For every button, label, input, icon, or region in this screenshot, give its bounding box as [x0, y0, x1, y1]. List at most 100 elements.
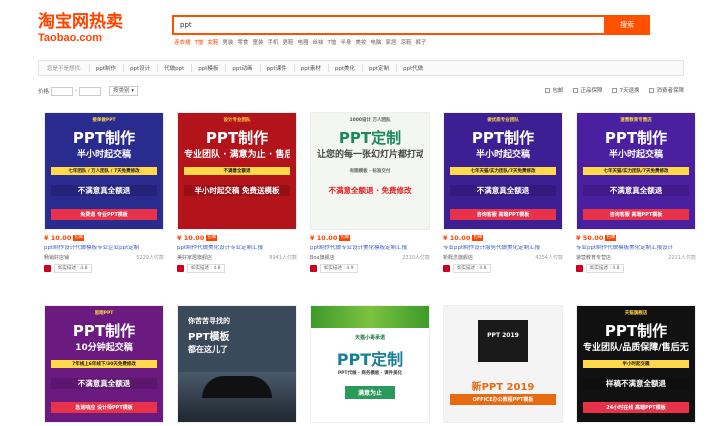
related-search-link[interactable]: ppt模板	[191, 64, 218, 72]
filter-checkbox[interactable]: 消费者保障	[649, 86, 684, 94]
related-search-link[interactable]: ppt制作	[88, 64, 116, 72]
product-card[interactable]: 天猫旗舰店 PPT制作 专业团队/品质保障/售后无忧 半小时起交稿 样稿不满意全额退 24…	[576, 305, 696, 423]
product-title-link[interactable]: ppt制作设计代做模板专业企业ppt定制	[44, 245, 164, 252]
product-image[interactable]: 思翔PPT PPT制作 10分钟起交稿 7年线上6年线下/30天免费修改 不满意真全额退…	[44, 305, 164, 423]
hot-search-link[interactable]: T恤	[195, 38, 204, 46]
hot-search-link[interactable]: 手机	[267, 38, 278, 46]
product-image-text: 24小时在线 高端PPT模板	[583, 402, 689, 413]
rating-badge: 如实描述 : 4.9	[320, 264, 358, 273]
wangwang-chat-icon[interactable]	[177, 265, 184, 272]
product-card[interactable]: 设计专业团队 PPT制作专业团队 · 满意为止 · 售后保证不满意全额退半小时起交…	[177, 112, 297, 273]
product-title-link[interactable]: ppt制作代做美化设计专业定制汇报	[177, 245, 297, 252]
sort-bar: 价格 - 按类别 ▾ 包邮 正品保障 7天退换 消费者保障	[38, 84, 684, 98]
product-card[interactable]: 思翔PPT PPT制作 10分钟起交稿 7年线上6年线下/30天免费修改 不满意真全额退…	[44, 305, 164, 423]
product-image-text: 专业团队/品质保障/售后无忧	[583, 343, 689, 353]
product-image-text: 七年团队 / 万人团队 / 7天免费修改	[51, 167, 157, 175]
hot-search-link[interactable]: 裤子	[415, 38, 426, 46]
filter-checkbox[interactable]: 正品保障	[573, 86, 602, 94]
category-dropdown[interactable]: 按类别 ▾	[109, 86, 139, 96]
price-separator: -	[75, 88, 78, 94]
product-image-text: PPT代做 · 商务模板 · 课件美化	[337, 371, 403, 376]
product-card[interactable]: 你苦苦寻找的 PPT模板 都在这儿了	[177, 305, 297, 423]
related-search-link[interactable]: ppt设计	[123, 64, 150, 72]
hot-search-link[interactable]: T恤	[328, 38, 337, 46]
related-search-link[interactable]: ppt动画	[225, 64, 253, 72]
hot-search-link[interactable]: 凉鞋	[400, 38, 411, 46]
hot-search-link[interactable]: 连衣裙	[174, 38, 191, 46]
product-card[interactable]: 1000设计 万人团队 PPT定制让您的每一张幻灯片都打动人心有图模板 · 标准交…	[310, 112, 430, 273]
product-card[interactable]: PPT 2019 新PPT 2019 OFFICE办公教程PPT模板	[443, 305, 563, 423]
product-footer: 如实描述 : 4.8	[443, 264, 563, 273]
product-image-text: 半小时起交稿 免费送模板	[184, 185, 290, 196]
shop-name-link[interactable]: Boa旗舰店	[310, 254, 335, 261]
product-title-link[interactable]: ppt制作代做专业设计美化模板定制汇报	[310, 245, 430, 252]
product-title-link[interactable]: 专业ppt制作代做模板美化定制汇报设计	[576, 245, 696, 252]
hot-search-link[interactable]: 零食	[237, 38, 248, 46]
product-image[interactable]: 你苦苦寻找的 PPT模板 都在这儿了	[177, 305, 297, 423]
hot-search-link[interactable]: 童装	[252, 38, 263, 46]
wangwang-chat-icon[interactable]	[443, 265, 450, 272]
related-search-link[interactable]: ppt素材	[293, 64, 321, 72]
taobao-logo[interactable]: 淘宝网热卖 Taobao.com	[38, 12, 166, 44]
product-card[interactable]: 做优质专业团队 PPT制作 半小时起交稿 七年天猫/实力团队/7天免费修改 不满意真全额…	[443, 112, 563, 273]
shop-name-link[interactable]: 新概念旗舰店	[443, 254, 473, 261]
price-min-input[interactable]	[51, 86, 74, 96]
hot-search-link[interactable]: 半身	[340, 38, 351, 46]
hot-search-link[interactable]: 男鞋	[282, 38, 293, 46]
product-image[interactable]: 天猫旗舰店 PPT制作 专业团队/品质保障/售后无忧 半小时起交稿 样稿不满意全额退 24…	[576, 305, 696, 423]
checkbox-icon	[649, 87, 655, 93]
wangwang-chat-icon[interactable]	[310, 265, 317, 272]
product-image-text: 有图模板 · 标准交付	[349, 169, 391, 174]
price-row: ¥ 10.00 包邮	[177, 234, 297, 242]
product-image-text: 不满意真全额退	[583, 185, 689, 196]
related-search-link[interactable]: 代做ppt	[157, 64, 184, 72]
checkbox-icon	[545, 87, 551, 93]
wangwang-chat-icon[interactable]	[576, 265, 583, 272]
product-image[interactable]: 设计专业团队 PPT制作专业团队 · 满意为止 · 售后保证不满意全额退半小时起交…	[177, 112, 297, 230]
filter-checkbox-label: 消费者保障	[656, 88, 684, 94]
product-image-text: 七年天猫/实力团队/7天免费修改	[450, 167, 556, 175]
product-image[interactable]: 天猫小哥承诺 PPT定制 PPT代做 · 商务模板 · 课件美化 满意为止	[310, 305, 430, 423]
product-card[interactable]: 接单做PPT PPT制作 半小时起交稿 七年团队 / 万人团队 / 7天免费修改 不满意…	[44, 112, 164, 273]
hot-search-link[interactable]: 家居	[385, 38, 396, 46]
related-search-link[interactable]: ppt美化	[327, 64, 355, 72]
hot-search-link[interactable]: 丝袜	[313, 38, 324, 46]
rating-badge: 如实描述 : 4.8	[453, 264, 491, 273]
product-image[interactable]: 做优质专业团队 PPT制作 半小时起交稿 七年天猫/实力团队/7天免费修改 不满意真全额…	[443, 112, 563, 230]
product-image[interactable]: 接单做PPT PPT制作 半小时起交稿 七年团队 / 万人团队 / 7天免费修改 不满意…	[44, 112, 164, 230]
filter-checkbox-label: 包邮	[552, 88, 564, 94]
hot-search-link[interactable]: 男装	[222, 38, 233, 46]
product-image-text: 半小时起交稿	[76, 150, 131, 160]
hot-search-link[interactable]: 电器	[297, 38, 308, 46]
hot-search-link[interactable]: 女鞋	[207, 38, 218, 46]
price-row: ¥ 10.00 包邮	[310, 234, 430, 242]
product-image[interactable]: PPT 2019 新PPT 2019 OFFICE办公教程PPT模板	[443, 305, 563, 423]
product-card[interactable]: 速营教育专营店 PPT制作 半小时起交稿 七年天猫/实力团队/7天免费修改 不满意真全额…	[576, 112, 696, 273]
wangwang-chat-icon[interactable]	[44, 265, 51, 272]
hot-search-link[interactable]: 电脑	[370, 38, 381, 46]
product-image[interactable]: 1000设计 万人团队 PPT定制让您的每一张幻灯片都打动人心有图模板 · 标准交…	[310, 112, 430, 230]
price-max-input[interactable]	[79, 86, 102, 96]
filter-checkbox[interactable]: 包邮	[545, 86, 563, 94]
related-search-label: 您是不是想找:	[47, 66, 82, 72]
product-image-text: 接单做PPT	[92, 118, 116, 123]
related-search-link[interactable]: ppt课件	[259, 64, 287, 72]
product-title-link[interactable]: 专业ppt制作设计服务代做美化定制汇报	[443, 245, 563, 252]
shop-name-link[interactable]: 美好家居旗舰店	[177, 254, 212, 261]
shop-name-link[interactable]: 畅销好店铺	[44, 254, 69, 261]
product-image[interactable]: 速营教育专营店 PPT制作 半小时起交稿 七年天猫/实力团队/7天免费修改 不满意真全额…	[576, 112, 696, 230]
product-price: ¥ 10.00	[443, 234, 471, 242]
free-shipping-badge: 包邮	[339, 235, 351, 241]
related-search-link[interactable]: ppt代做	[396, 64, 423, 72]
product-meta: 畅销好店铺 5229人付款	[44, 254, 164, 261]
related-search-link[interactable]: ppt定制	[361, 64, 389, 72]
search-button[interactable]: 搜索	[604, 15, 650, 35]
leaf-decoration	[311, 306, 429, 328]
search-input[interactable]	[174, 17, 604, 33]
product-image-text: 新PPT 2019	[471, 382, 535, 393]
sales-count: 5229人付款	[136, 255, 164, 261]
product-card[interactable]: 天猫小哥承诺 PPT定制 PPT代做 · 商务模板 · 课件美化 满意为止	[310, 305, 430, 423]
filter-checkbox[interactable]: 7天退换	[612, 86, 639, 94]
shop-name-link[interactable]: 速营教育专营店	[576, 254, 611, 261]
hot-search-link[interactable]: 美妆	[355, 38, 366, 46]
